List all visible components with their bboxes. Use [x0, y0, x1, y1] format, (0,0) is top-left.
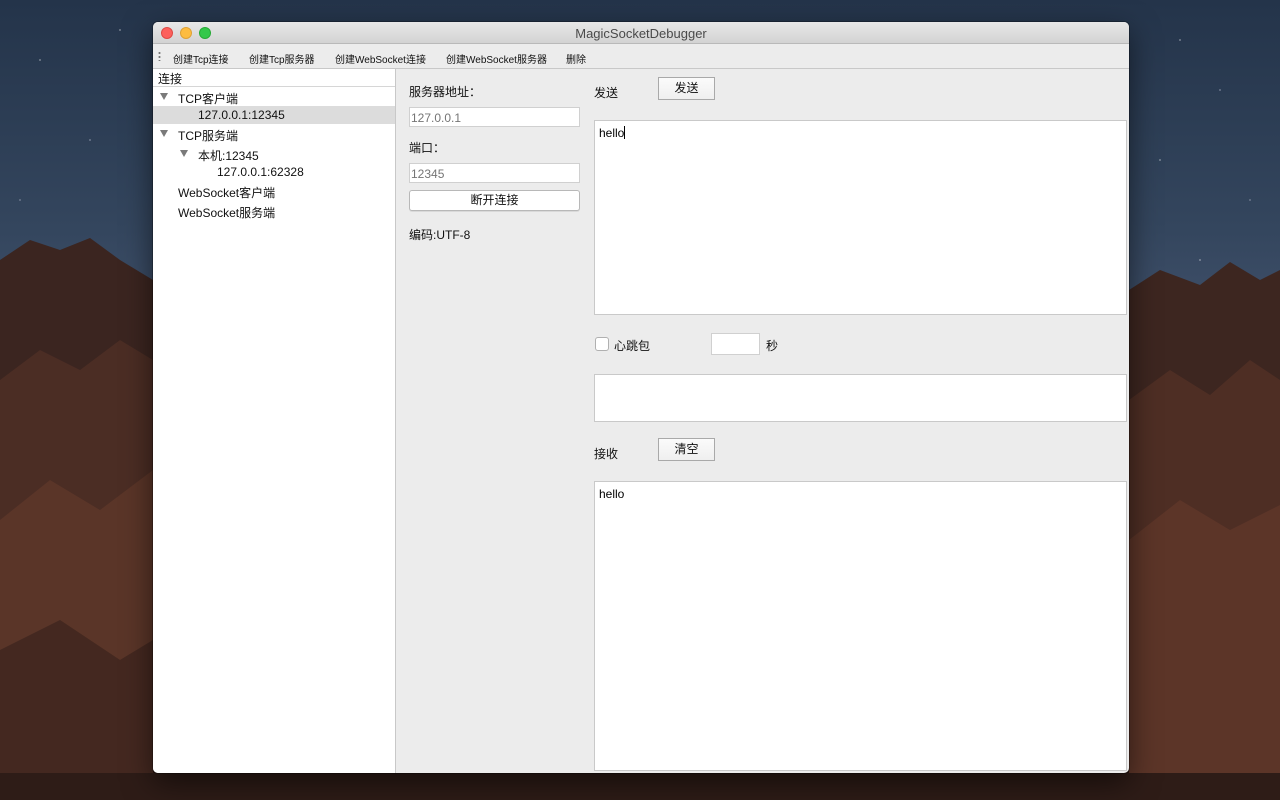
- tree-item-label: WebSocket客户端: [178, 186, 276, 200]
- tree-item-tcp-client-connection[interactable]: 127.0.0.1:12345: [153, 106, 395, 124]
- heartbeat-interval-input[interactable]: [711, 333, 760, 355]
- tree-item-label: TCP客户端: [178, 92, 239, 106]
- heartbeat-checkbox[interactable]: [595, 337, 609, 351]
- tree-item-tcp-client[interactable]: TCP客户端: [153, 88, 395, 106]
- tree-item-local-server[interactable]: 本机:12345: [153, 145, 395, 163]
- create-websocket-connection-button[interactable]: 创建WebSocket连接: [335, 51, 426, 66]
- send-button[interactable]: 发送: [658, 77, 715, 100]
- tree-header: 连接: [153, 69, 395, 87]
- port-label: 端口：: [409, 141, 446, 155]
- receive-label: 接收: [594, 447, 619, 461]
- app-window: MagicSocketDebugger 创建Tcp连接 创建Tcp服务器 创建W…: [153, 22, 1129, 773]
- receive-textarea[interactable]: hello: [594, 481, 1127, 771]
- tree-item-label: WebSocket服务端: [178, 206, 276, 220]
- disconnect-button[interactable]: 断开连接: [409, 190, 580, 211]
- window-title: MagicSocketDebugger: [575, 26, 707, 41]
- send-text: hello: [599, 126, 625, 140]
- tree-item-websocket-server[interactable]: WebSocket服务端: [153, 202, 395, 220]
- create-tcp-server-button[interactable]: 创建Tcp服务器: [249, 51, 315, 66]
- toolbar-grip-handle[interactable]: [158, 51, 161, 61]
- send-label: 发送: [594, 86, 619, 100]
- tree-item-label: TCP服务端: [178, 129, 239, 143]
- tree-item-websocket-client[interactable]: WebSocket客户端: [153, 182, 395, 200]
- create-websocket-server-button[interactable]: 创建WebSocket服务器: [446, 51, 547, 66]
- expand-arrow-icon[interactable]: [160, 93, 168, 100]
- tree-item-label: 127.0.0.1:12345: [198, 108, 285, 122]
- tree-item-server-client-connection[interactable]: 127.0.0.1:62328: [153, 163, 395, 181]
- connection-tree: 连接 TCP客户端 127.0.0.1:12345 TCP服务端 本机:1234…: [153, 69, 396, 773]
- expand-arrow-icon[interactable]: [160, 130, 168, 137]
- create-tcp-connection-button[interactable]: 创建Tcp连接: [173, 51, 229, 66]
- text-caret: [624, 126, 626, 139]
- server-address-input[interactable]: [409, 107, 580, 127]
- tree-item-label: 127.0.0.1:62328: [217, 165, 304, 179]
- expand-arrow-icon[interactable]: [180, 150, 188, 157]
- toolbar: 创建Tcp连接 创建Tcp服务器 创建WebSocket连接 创建WebSock…: [153, 44, 1129, 69]
- heartbeat-unit-label: 秒: [766, 339, 779, 353]
- server-address-label: 服务器地址：: [409, 85, 482, 99]
- title-bar[interactable]: MagicSocketDebugger: [153, 22, 1129, 44]
- tree-item-tcp-server[interactable]: TCP服务端: [153, 125, 395, 143]
- delete-button[interactable]: 删除: [566, 51, 586, 66]
- tree-item-label: 本机:12345: [198, 149, 259, 163]
- heartbeat-content-textarea[interactable]: [594, 374, 1127, 422]
- send-textarea[interactable]: hello: [594, 120, 1127, 315]
- heartbeat-label: 心跳包: [614, 339, 651, 353]
- clear-button[interactable]: 清空: [658, 438, 715, 461]
- port-input[interactable]: [409, 163, 580, 183]
- encoding-label: 编码:UTF-8: [409, 228, 471, 242]
